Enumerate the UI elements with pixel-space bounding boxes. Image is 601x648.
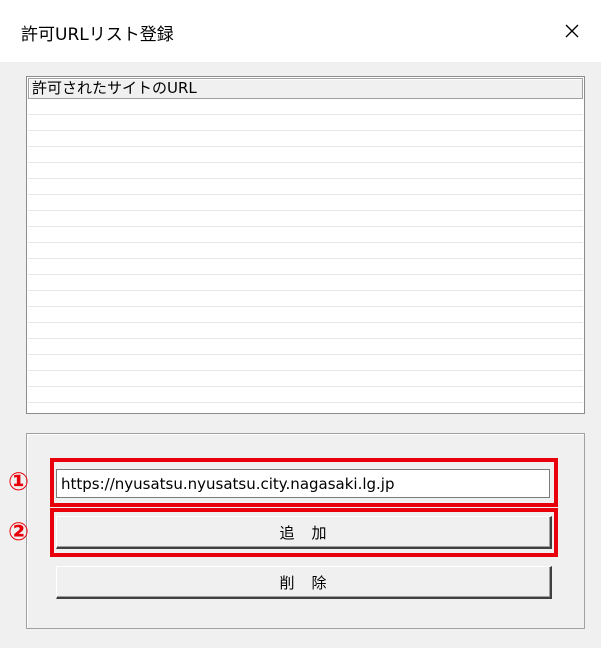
list-rows[interactable] (28, 99, 583, 412)
list-column-header[interactable]: 許可されたサイトのURL (28, 78, 583, 99)
add-button[interactable]: 追 加 (56, 516, 552, 549)
annotation-marker-2: ② (8, 517, 30, 546)
delete-button[interactable]: 削 除 (56, 566, 552, 599)
dialog-window: 許可URLリスト登録 許可されたサイトのURL 追 加 削 除 ① ② (0, 0, 601, 648)
url-input[interactable] (56, 469, 550, 498)
title-bar: 許可URLリスト登録 (0, 0, 601, 62)
window-title: 許可URLリスト登録 (21, 25, 174, 45)
annotation-marker-1: ① (8, 467, 30, 496)
close-button[interactable] (543, 0, 601, 62)
allowed-url-list[interactable]: 許可されたサイトのURL (26, 76, 585, 414)
close-icon (565, 24, 579, 38)
list-column-header-label: 許可されたサイトのURL (32, 79, 197, 97)
